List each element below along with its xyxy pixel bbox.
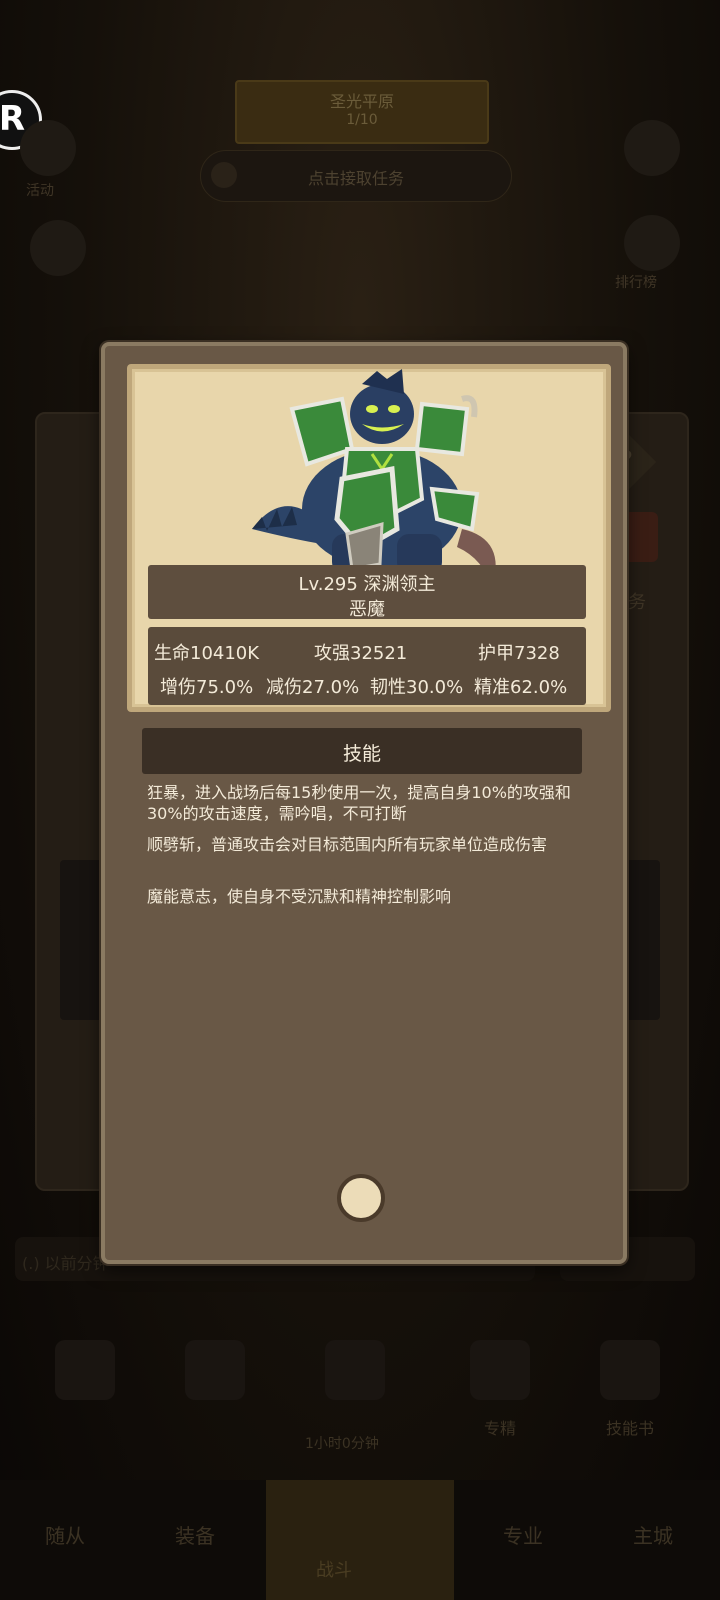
leaderboard-label: 排行榜 (615, 275, 657, 291)
zone-title: 圣光平原 (329, 92, 394, 111)
stat-hp: 生命10410K (154, 643, 260, 664)
skill-book-item[interactable]: 技能书 (585, 1320, 675, 1438)
monster-title-bar: Lv.295 深渊领主 恶魔 (148, 565, 586, 620)
skill-description: 狂暴，进入战场后每15秒使用一次，提高自身10%的攻强和30%的攻击速度，需吟唱… (147, 783, 571, 823)
skills-header: 技能 (142, 728, 582, 774)
bottom-item-icon (185, 1340, 245, 1400)
monster-name: Lv.295 深渊领主 (298, 574, 436, 595)
stat-tenacity: 韧性30.0% (370, 677, 464, 698)
nav-battle-highlight (266, 1480, 454, 1600)
bottom-item-icon (325, 1340, 385, 1400)
close-button[interactable] (337, 1174, 385, 1222)
zone-progress: 1/10 (346, 112, 378, 128)
monster-stats-panel: 生命10410K 攻强32521 护甲7328 增伤75.0% 减伤27.0% … (148, 627, 586, 705)
accept-task-button[interactable]: 点击接取任务 (200, 150, 512, 202)
left-side-icon[interactable] (30, 220, 86, 276)
skill-book-icon (600, 1340, 660, 1400)
stat-accuracy: 精准62.0% (474, 677, 568, 698)
nav-tab-equipment[interactable]: 装备 (150, 1520, 240, 1549)
status-text: (.) 以前分钟 (22, 1254, 109, 1273)
accept-task-label: 点击接取任务 (307, 169, 404, 188)
settings-gear-icon[interactable] (624, 120, 680, 176)
leaderboard-icon[interactable] (624, 215, 680, 271)
specialization-label: 专精 (483, 1419, 516, 1438)
abyss-lord-portrait-icon (252, 369, 496, 589)
nav-tab-battle[interactable]: 战斗 (316, 1556, 352, 1582)
specialization-icon (470, 1340, 530, 1400)
nav-tab-followers[interactable]: 随从 (20, 1520, 110, 1549)
nav-tab-profession[interactable]: 专业 (478, 1520, 568, 1549)
bottom-item[interactable] (310, 1320, 400, 1430)
skill-book-label: 技能书 (605, 1419, 654, 1438)
event-label: 活动 (26, 183, 54, 199)
stat-damage-reduction: 减伤27.0% (266, 677, 360, 698)
nav-tab-main-city[interactable]: 主城 (608, 1520, 698, 1549)
stat-armor: 护甲7328 (478, 643, 560, 664)
event-icon[interactable] (20, 120, 76, 176)
skill-description: 顺劈斩，普通攻击会对目标范围内所有玩家单位造成伤害 (147, 835, 548, 854)
specialization-item[interactable]: 专精 (455, 1320, 545, 1438)
stat-attack: 攻强32521 (314, 643, 408, 664)
skills-header-label: 技能 (342, 743, 381, 765)
stat-damage-increase: 增伤75.0% (160, 677, 254, 698)
skill-description: 魔能意志，使自身不受沉默和精神控制影响 (147, 887, 452, 906)
monster-portrait-frame: Lv.295 深渊领主 恶魔 生命10410K 攻强32521 护甲7328 增… (127, 364, 611, 712)
bottom-item[interactable] (170, 1320, 260, 1430)
bottom-item-icon (55, 1340, 115, 1400)
zone-banner[interactable]: 圣光平原 1/10 (235, 80, 489, 144)
monster-type: 恶魔 (349, 599, 385, 620)
bottom-item[interactable] (40, 1320, 130, 1430)
monster-info-dialog: Lv.295 深渊领主 恶魔 生命10410K 攻强32521 护甲7328 增… (101, 342, 627, 1264)
timer-text: 1小时0分钟 (305, 1436, 379, 1452)
